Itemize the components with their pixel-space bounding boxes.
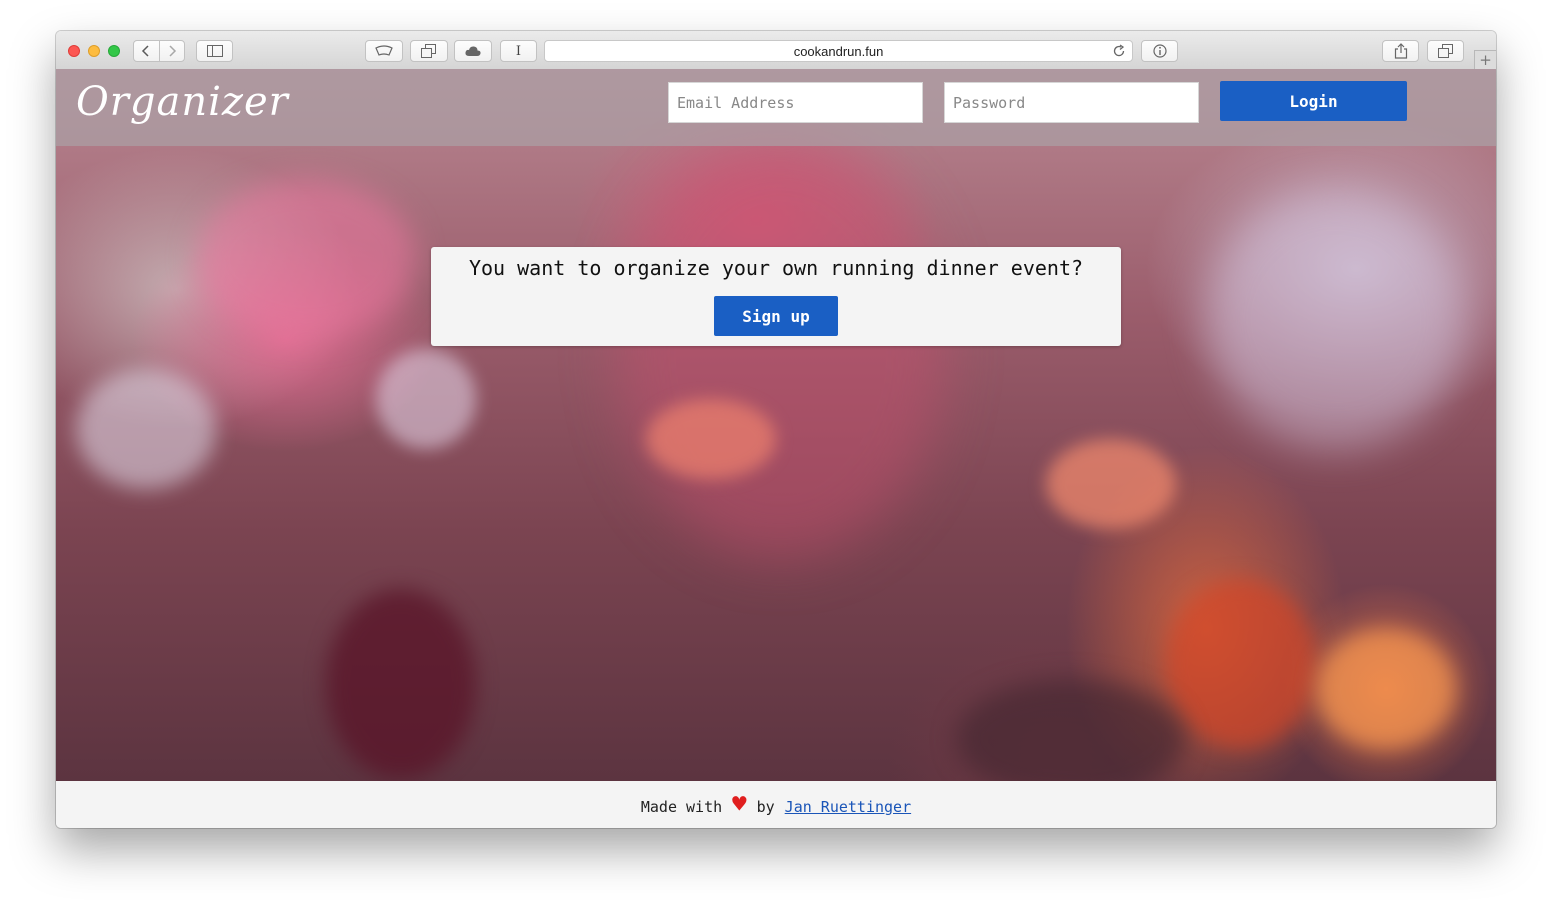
reader-button[interactable] [365, 40, 403, 62]
browser-toolbar: I cookandrun.fun + [56, 31, 1496, 70]
sidebar-icon [206, 45, 223, 57]
signup-callout: You want to organize your own running di… [431, 247, 1121, 346]
author-link[interactable]: Jan Ruettinger [785, 798, 911, 816]
heart-icon: ♥ [732, 789, 747, 818]
history-nav [133, 40, 185, 62]
copy-icon [421, 44, 436, 58]
show-all-tabs-button[interactable] [1427, 40, 1464, 62]
icloud-button[interactable] [454, 40, 492, 62]
info-icon [1152, 44, 1167, 58]
instapaper-button[interactable]: I [500, 40, 537, 62]
text-cursor-icon: I [515, 43, 522, 59]
share-button[interactable] [1382, 40, 1419, 62]
site-footer: Made with ♥ by Jan Ruettinger [56, 781, 1496, 828]
close-window-button[interactable] [68, 45, 80, 57]
back-button[interactable] [134, 41, 159, 61]
footer-by: by [756, 797, 775, 816]
tabs-overview-button[interactable] [410, 40, 448, 62]
signup-button[interactable]: Sign up [714, 296, 838, 336]
cloud-icon [465, 45, 481, 56]
address-bar[interactable]: cookandrun.fun [544, 40, 1133, 62]
zoom-window-button[interactable] [108, 45, 120, 57]
sidebar-button[interactable] [196, 40, 233, 62]
browser-window: I cookandrun.fun + Organizer Email Addre… [56, 31, 1496, 828]
hero-background-image [56, 69, 1496, 781]
login-button[interactable]: Login [1220, 81, 1407, 121]
web-page: Organizer Login You want to organize you… [56, 69, 1496, 828]
share-icon [1394, 43, 1407, 59]
chevron-right-icon [169, 45, 176, 57]
reader-icon [375, 45, 393, 56]
new-tab-button[interactable]: + [1474, 50, 1496, 69]
site-logo[interactable]: Organizer [76, 79, 289, 125]
minimize-window-button[interactable] [88, 45, 100, 57]
chevron-left-icon [142, 45, 149, 57]
url-text: cookandrun.fun [793, 43, 884, 59]
site-info-button[interactable] [1141, 40, 1178, 62]
reload-icon[interactable] [1112, 44, 1126, 58]
email-input[interactable] [668, 82, 923, 123]
password-input[interactable] [944, 82, 1199, 123]
signup-prompt: You want to organize your own running di… [468, 256, 1084, 280]
plus-icon: + [1479, 51, 1492, 69]
tabs-icon [1438, 44, 1453, 58]
forward-button[interactable] [158, 41, 185, 61]
site-header: Organizer Login [56, 69, 1496, 146]
footer-made-with: Made with [640, 797, 723, 816]
